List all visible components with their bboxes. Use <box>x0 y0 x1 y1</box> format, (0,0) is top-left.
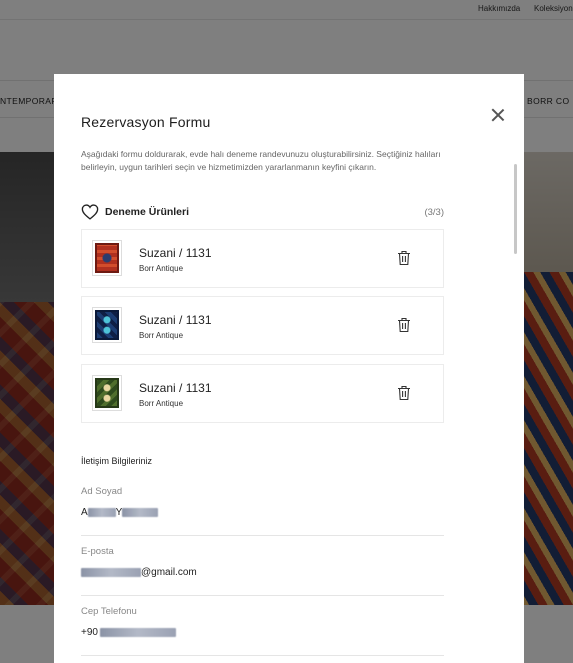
product-name[interactable]: Suzani / 1131 <box>139 313 212 327</box>
redacted-text <box>122 507 159 517</box>
product-thumbnail[interactable] <box>92 240 122 276</box>
trial-products-header: Deneme Ürünleri (3/3) <box>81 202 444 222</box>
product-brand: Borr Antique <box>139 264 184 273</box>
phone-label: Cep Telefonu <box>81 606 137 617</box>
product-thumbnail[interactable] <box>92 307 122 343</box>
phone-country-code: +90 <box>81 626 98 638</box>
product-name[interactable]: Suzani / 1131 <box>139 381 212 395</box>
modal-title: Rezervasyon Formu <box>81 114 211 130</box>
product-brand: Borr Antique <box>139 399 184 408</box>
phone-field[interactable]: Cep Telefonu +90 <box>81 606 444 656</box>
full-name-field[interactable]: Ad Soyad A Y <box>81 486 444 536</box>
phone-input[interactable]: +90 <box>81 626 176 638</box>
product-name[interactable]: Suzani / 1131 <box>139 246 212 260</box>
email-domain: @gmail.com <box>141 566 197 578</box>
email-input[interactable]: @gmail.com <box>81 566 197 578</box>
modal-description: Aşağıdaki formu doldurarak, evde halı de… <box>81 149 441 172</box>
product-card: Suzani / 1131 Borr Antique <box>81 296 444 355</box>
product-brand: Borr Antique <box>139 331 184 340</box>
product-card: Suzani / 1131 Borr Antique <box>81 229 444 288</box>
product-count: (3/3) <box>424 207 444 218</box>
redacted-text <box>81 567 141 577</box>
redacted-text <box>87 507 116 517</box>
reservation-modal: Rezervasyon Formu Aşağıdaki formu doldur… <box>54 74 524 663</box>
email-label: E-posta <box>81 546 114 557</box>
email-field[interactable]: E-posta @gmail.com <box>81 546 444 596</box>
full-name-label: Ad Soyad <box>81 486 123 497</box>
contact-section-title: İletişim Bilgileriniz <box>81 456 153 466</box>
full-name-value-start: A <box>81 506 88 518</box>
heart-icon <box>81 204 99 220</box>
trash-icon[interactable] <box>397 317 411 333</box>
trash-icon[interactable] <box>397 250 411 266</box>
product-thumbnail[interactable] <box>92 375 122 411</box>
trash-icon[interactable] <box>397 385 411 401</box>
section-title: Deneme Ürünleri <box>105 206 190 218</box>
close-icon[interactable] <box>490 107 506 123</box>
product-card: Suzani / 1131 Borr Antique <box>81 364 444 423</box>
full-name-input[interactable]: A Y <box>81 506 159 518</box>
scrollbar-thumb[interactable] <box>514 164 517 254</box>
full-name-value-middle: Y <box>115 506 123 518</box>
redacted-text <box>99 627 176 637</box>
